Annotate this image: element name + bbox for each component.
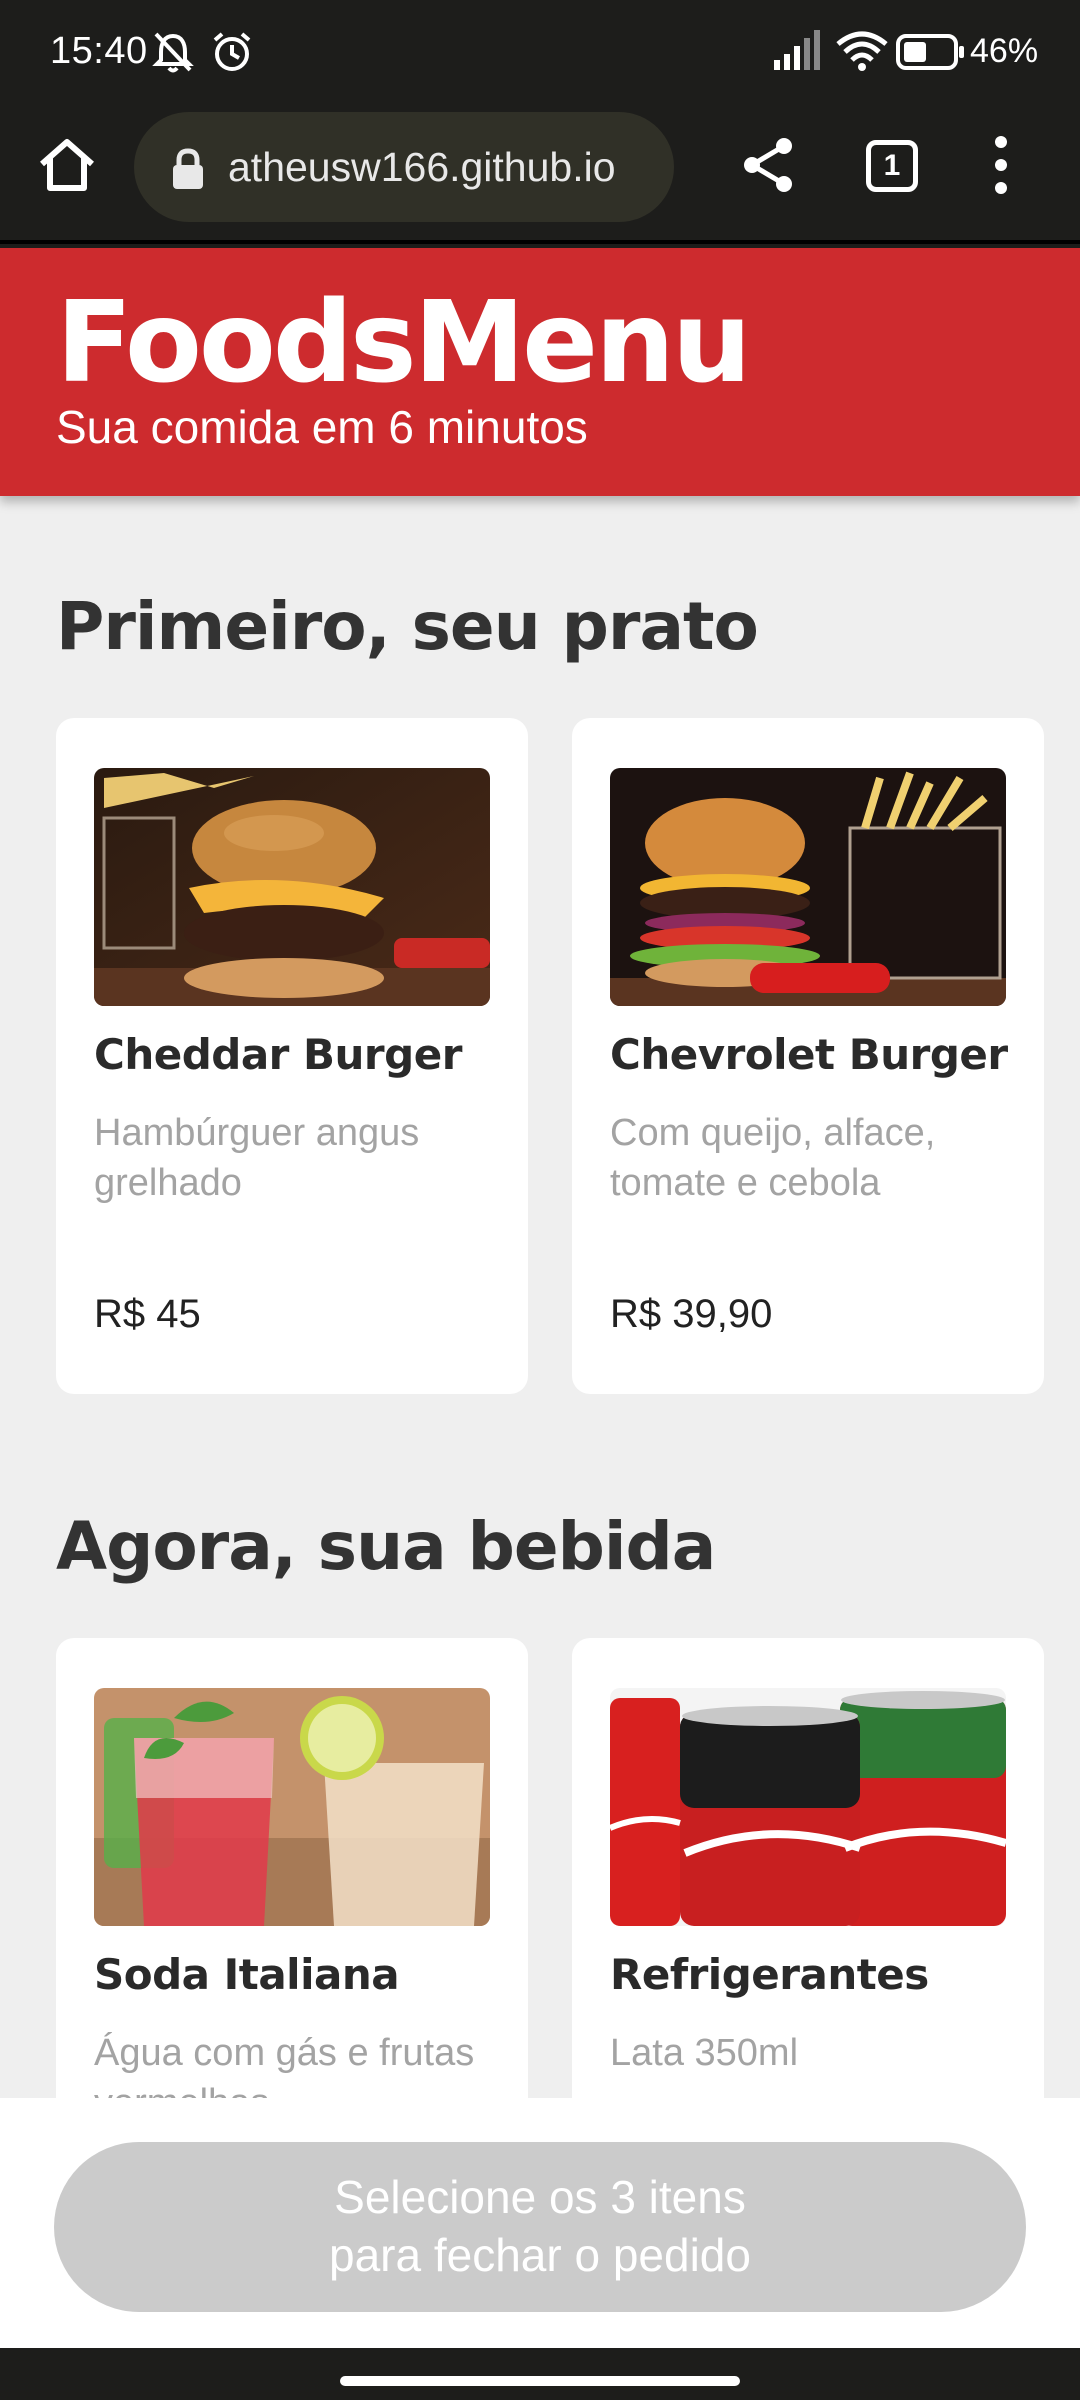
drink-description: Lata 350ml [610,2032,799,2074]
status-bar: 15:40 46% [0,0,1080,104]
checkout-button-line2: para fechar o pedido [329,2229,751,2281]
dish-description: Hambúrguer angus grelhado [94,1112,420,1204]
refrigerantes-image [610,1688,1006,1926]
checkout-button[interactable]: Selecione os 3 itens para fechar o pedid… [54,2142,1026,2312]
browser-toolbar: atheusw166.github.io 1 [0,104,1080,244]
address-bar[interactable]: atheusw166.github.io [134,112,674,222]
system-nav-bar [0,2348,1080,2400]
dish-name: Cheddar Burger [94,1030,462,1079]
wifi-icon [836,31,888,71]
soda-italiana-image [94,1688,490,1926]
dish-price: R$ 39,90 [610,1292,773,1336]
lock-icon [173,148,203,189]
mute-icon [152,32,194,73]
section-title-dishes: Primeiro, seu prato [56,588,759,665]
signal-icon [774,30,820,70]
battery-percent: 46% [970,32,1039,70]
checkout-button-line1: Selecione os 3 itens [334,2171,746,2223]
drink-name: Refrigerantes [610,1950,929,1999]
share-icon[interactable] [740,136,798,194]
site-subtitle: Sua comida em 6 minutos [56,401,588,453]
home-icon[interactable] [36,134,98,196]
battery-icon [896,34,964,70]
chevrolet-burger-image [610,768,1006,1006]
tabs-icon[interactable]: 1 [866,140,918,192]
dish-card-cheddar-burger[interactable]: Cheddar Burger Hambúrguer angus grelhado… [56,718,528,1394]
site-header: FoodsMenu Sua comida em 6 minutos [0,248,1080,496]
order-bar: Selecione os 3 itens para fechar o pedid… [0,2098,1080,2348]
page-content: FoodsMenu Sua comida em 6 minutos Primei… [0,248,1080,2348]
dish-name: Chevrolet Burger [610,1030,1008,1079]
site-title: FoodsMenu [56,278,752,408]
dish-description: Com queijo, alface, tomate e cebola [610,1112,936,1204]
drink-name: Soda Italiana [94,1950,400,1999]
url-text: atheusw166.github.io [228,144,616,190]
gesture-handle[interactable] [340,2376,740,2386]
dish-price: R$ 45 [94,1292,201,1336]
alarm-icon [213,32,251,71]
section-title-drinks: Agora, sua bebida [56,1508,716,1585]
cheddar-burger-image [94,768,490,1006]
more-vert-icon[interactable] [986,134,1016,196]
status-time: 15:40 [50,30,148,72]
dish-card-chevrolet-burger[interactable]: Chevrolet Burger Com queijo, alface, tom… [572,718,1044,1394]
